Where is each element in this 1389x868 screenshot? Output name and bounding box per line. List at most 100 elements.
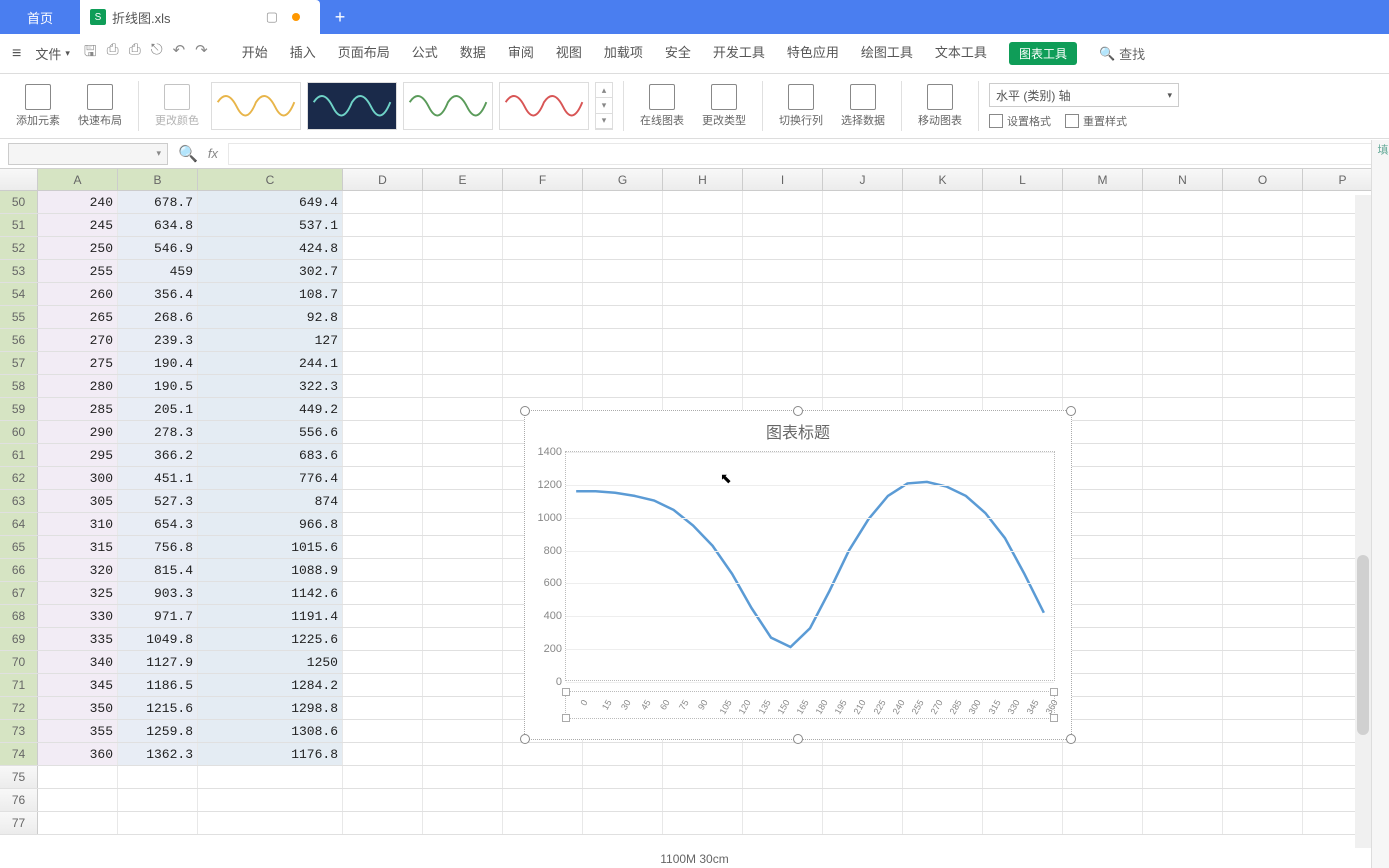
cell[interactable]	[1063, 651, 1143, 673]
cell[interactable]	[1063, 421, 1143, 443]
row-header[interactable]: 73	[0, 720, 38, 742]
cell[interactable]	[663, 306, 743, 328]
cell[interactable]	[423, 237, 503, 259]
cell[interactable]	[1143, 766, 1223, 788]
cell[interactable]	[343, 582, 423, 604]
row-header[interactable]: 68	[0, 605, 38, 627]
row-header[interactable]: 53	[0, 260, 38, 282]
column-header-E[interactable]: E	[423, 169, 503, 190]
cell[interactable]	[423, 513, 503, 535]
cell[interactable]	[1143, 582, 1223, 604]
cell[interactable]	[983, 260, 1063, 282]
cell[interactable]	[423, 766, 503, 788]
cell[interactable]	[743, 214, 823, 236]
cell[interactable]	[903, 191, 983, 213]
cell[interactable]	[743, 352, 823, 374]
row-header[interactable]: 58	[0, 375, 38, 397]
cell[interactable]	[903, 789, 983, 811]
cell[interactable]	[1143, 260, 1223, 282]
cell[interactable]	[1223, 467, 1303, 489]
cell[interactable]	[983, 743, 1063, 765]
column-header-J[interactable]: J	[823, 169, 903, 190]
cell[interactable]	[1223, 490, 1303, 512]
cell[interactable]: 537.1	[198, 214, 343, 236]
cell[interactable]: 300	[38, 467, 118, 489]
cell[interactable]	[583, 766, 663, 788]
cell[interactable]	[1223, 191, 1303, 213]
redo-icon[interactable]: ↷	[195, 41, 208, 66]
cell[interactable]	[118, 812, 198, 834]
cell[interactable]	[743, 812, 823, 834]
cell[interactable]	[823, 329, 903, 351]
menu-insert[interactable]: 插入	[290, 42, 316, 65]
cell[interactable]	[343, 375, 423, 397]
cell[interactable]	[663, 191, 743, 213]
cell[interactable]	[743, 743, 823, 765]
cell[interactable]	[583, 352, 663, 374]
resize-handle-tm[interactable]	[793, 406, 803, 416]
cell[interactable]: 449.2	[198, 398, 343, 420]
cell[interactable]	[118, 789, 198, 811]
column-header-G[interactable]: G	[583, 169, 663, 190]
cell[interactable]	[1063, 789, 1143, 811]
cell[interactable]	[1143, 651, 1223, 673]
cell[interactable]: 451.1	[118, 467, 198, 489]
cell[interactable]	[903, 743, 983, 765]
cell[interactable]	[1223, 605, 1303, 627]
row-header[interactable]: 71	[0, 674, 38, 696]
cell[interactable]	[423, 490, 503, 512]
cell[interactable]	[583, 260, 663, 282]
row-header[interactable]: 60	[0, 421, 38, 443]
cell[interactable]	[743, 283, 823, 305]
row-header[interactable]: 59	[0, 398, 38, 420]
cell[interactable]: 320	[38, 559, 118, 581]
cell[interactable]: 340	[38, 651, 118, 673]
cell[interactable]	[823, 283, 903, 305]
cell[interactable]	[903, 260, 983, 282]
menu-formula[interactable]: 公式	[412, 42, 438, 65]
cell[interactable]: 424.8	[198, 237, 343, 259]
cell[interactable]	[1143, 214, 1223, 236]
cell[interactable]: 776.4	[198, 467, 343, 489]
cell[interactable]	[1063, 536, 1143, 558]
menu-view[interactable]: 视图	[556, 42, 582, 65]
cell[interactable]	[1223, 237, 1303, 259]
cell[interactable]	[903, 375, 983, 397]
menu-chart-tools[interactable]: 图表工具	[1009, 42, 1077, 65]
cell[interactable]	[1063, 329, 1143, 351]
cell[interactable]: 92.8	[198, 306, 343, 328]
cell[interactable]	[663, 766, 743, 788]
cell[interactable]	[343, 306, 423, 328]
print-preview-icon[interactable]: ⎙	[107, 41, 119, 66]
scroll-thumb[interactable]	[1357, 555, 1369, 735]
column-header-I[interactable]: I	[743, 169, 823, 190]
cell[interactable]	[1063, 513, 1143, 535]
cell[interactable]	[503, 260, 583, 282]
cell[interactable]	[38, 766, 118, 788]
change-type-button[interactable]: 更改类型	[696, 82, 752, 130]
cell[interactable]: 302.7	[198, 260, 343, 282]
cell[interactable]	[903, 352, 983, 374]
cell[interactable]	[983, 237, 1063, 259]
row-header[interactable]: 67	[0, 582, 38, 604]
switch-rowcol-button[interactable]: 切换行列	[773, 82, 829, 130]
cell[interactable]	[743, 789, 823, 811]
cell[interactable]	[343, 605, 423, 627]
cell[interactable]	[983, 766, 1063, 788]
cell[interactable]: 756.8	[118, 536, 198, 558]
cell[interactable]	[343, 651, 423, 673]
row-header[interactable]: 64	[0, 513, 38, 535]
tab-document[interactable]: S 折线图.xls ▢	[80, 0, 320, 34]
cell[interactable]	[503, 306, 583, 328]
cell[interactable]: 1250	[198, 651, 343, 673]
cell[interactable]	[983, 812, 1063, 834]
cell[interactable]: 459	[118, 260, 198, 282]
cell[interactable]	[1223, 260, 1303, 282]
reset-style-button[interactable]: 重置样式	[1065, 113, 1127, 129]
undo-icon[interactable]: ↶	[173, 41, 186, 66]
cell[interactable]	[1223, 329, 1303, 351]
cell[interactable]	[1223, 789, 1303, 811]
cell[interactable]	[1063, 352, 1143, 374]
tab-home[interactable]: 首页	[0, 0, 80, 34]
column-header-M[interactable]: M	[1063, 169, 1143, 190]
